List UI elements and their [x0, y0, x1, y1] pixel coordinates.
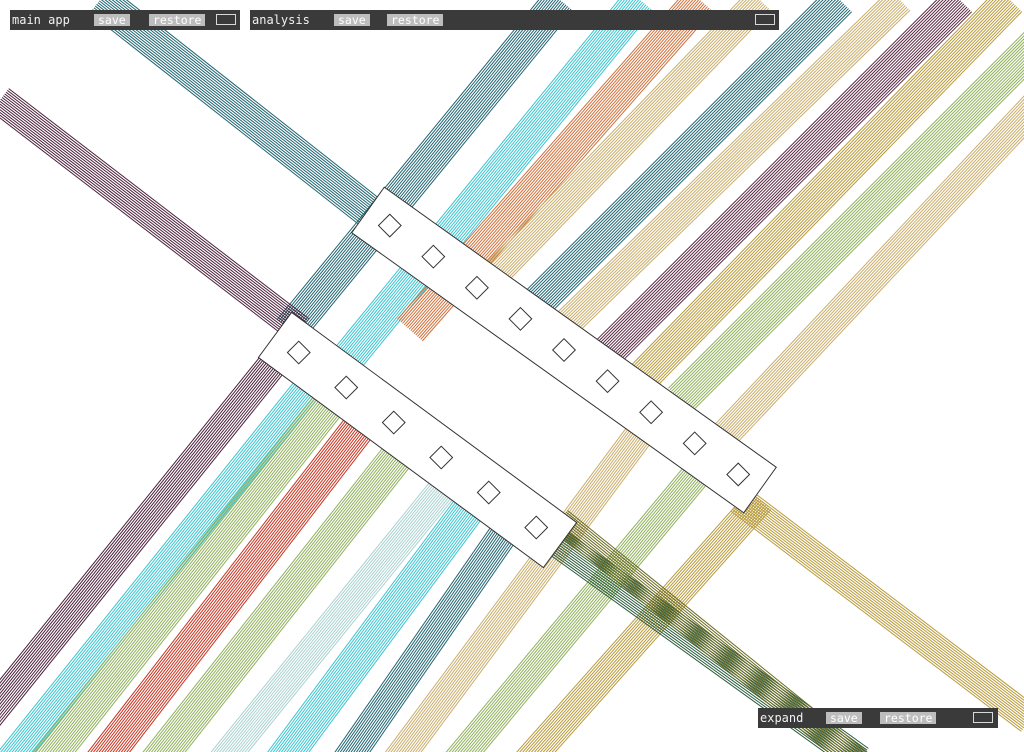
edge-bundle — [667, 31, 1024, 413]
edge-line — [744, 493, 1024, 707]
analysis-toggle[interactable] — [755, 14, 775, 25]
edge-line — [99, 0, 380, 222]
edge-line — [100, 0, 381, 220]
main-app-save-button[interactable]: save — [94, 14, 130, 26]
edge-line — [672, 41, 1024, 394]
edge-line — [667, 31, 1024, 389]
expand-save-button[interactable]: save — [826, 712, 862, 724]
main-app-restore-button[interactable]: restore — [149, 14, 206, 26]
edge-line — [0, 327, 298, 698]
edge-line — [731, 510, 1022, 732]
edge-line — [733, 507, 1024, 729]
edge-line — [0, 333, 305, 712]
edge-line — [115, 0, 387, 213]
edge-line — [0, 103, 299, 334]
edge-line — [629, 0, 991, 371]
edge-line — [1, 96, 303, 328]
main-app-title: main app — [12, 13, 70, 27]
expand-toggle[interactable] — [973, 712, 993, 723]
edge-line — [0, 98, 301, 330]
edge-line — [591, 0, 944, 352]
edge-line — [732, 509, 1023, 731]
expand-title: expand — [760, 711, 804, 725]
analysis-save-button[interactable]: save — [334, 14, 370, 26]
edge-line — [7, 90, 308, 321]
edge-bundle — [0, 320, 312, 726]
analysis-panel: analysis save restore — [250, 10, 779, 30]
edge-line — [735, 505, 1024, 726]
edge-line — [5, 91, 307, 323]
expand-panel: expand save restore — [758, 708, 998, 728]
analysis-title: analysis — [252, 13, 310, 27]
main-app-panel: main app save restore — [10, 10, 240, 30]
edge-line — [90, 390, 370, 752]
analysis-restore-button[interactable]: restore — [387, 14, 444, 26]
edge-line — [739, 500, 1024, 718]
expand-restore-button[interactable]: restore — [880, 712, 937, 724]
edge-bundle — [89, 0, 391, 234]
main-app-toggle[interactable] — [216, 14, 236, 25]
edge-line — [0, 100, 300, 332]
edge-line — [3, 95, 304, 327]
visualization-canvas[interactable] — [0, 0, 1024, 752]
edge-line — [4, 93, 305, 325]
edge-line — [0, 323, 293, 688]
edge-line — [8, 88, 310, 320]
edge-line — [730, 137, 1024, 451]
edge-line — [0, 337, 310, 723]
edge-line — [736, 503, 1024, 723]
